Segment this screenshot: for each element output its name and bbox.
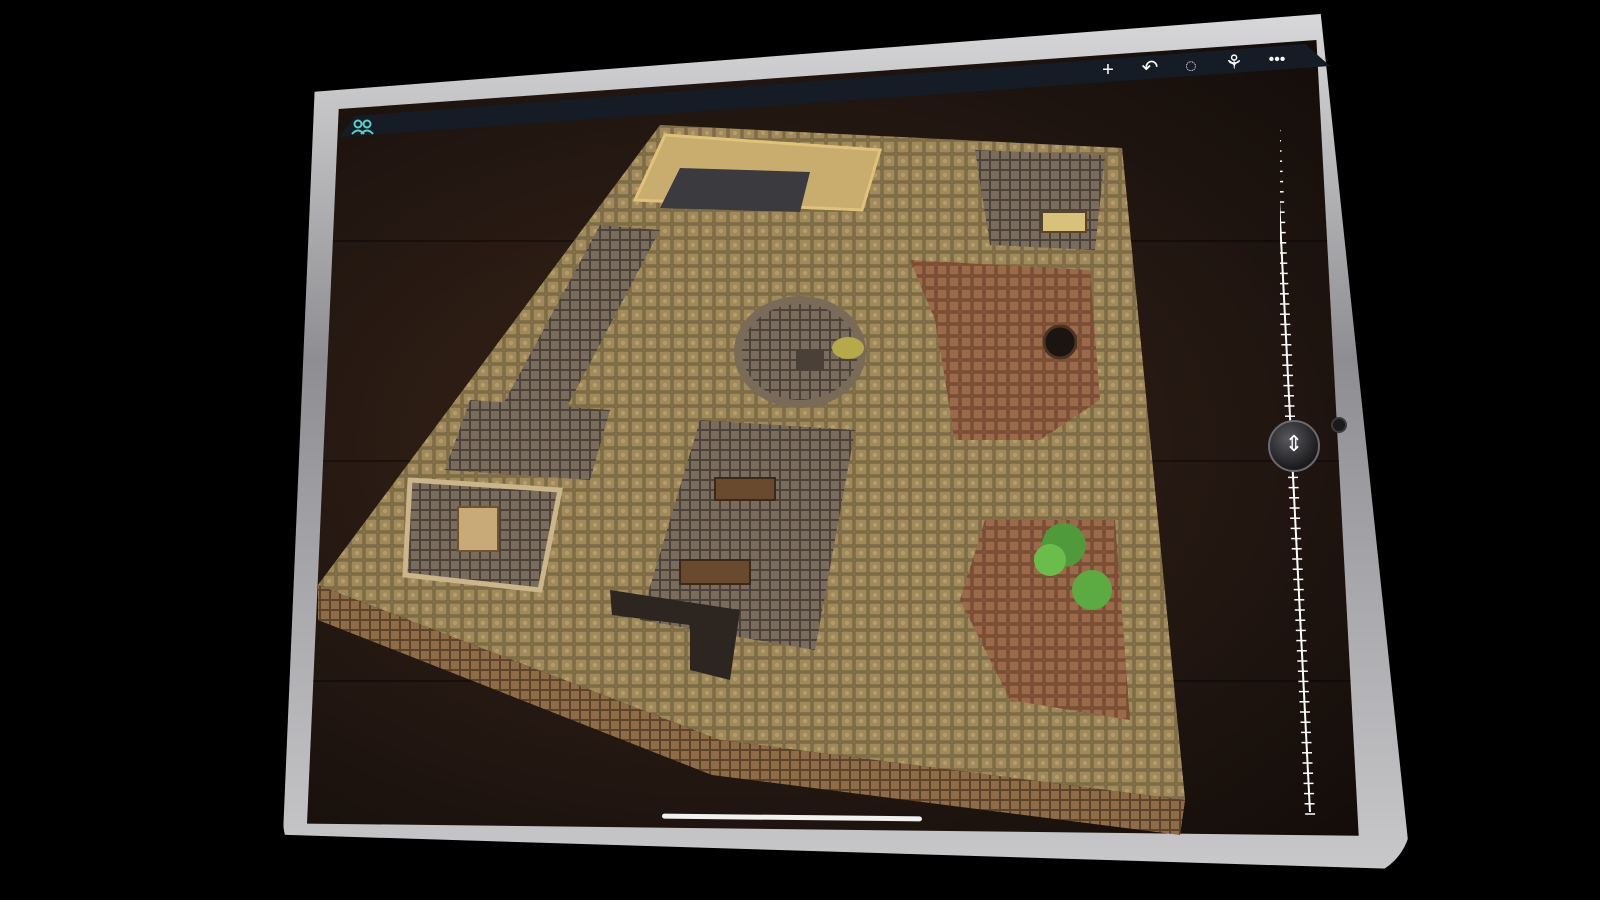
share-icon[interactable]: ⚘ [1221,53,1247,79]
vertical-move-icon: ⇕ [1284,431,1304,456]
table-plank [307,240,1359,242]
users-icon[interactable] [350,118,376,136]
front-camera [1331,417,1347,433]
more-icon[interactable]: ••• [1264,50,1290,76]
lasso-icon[interactable]: ◌ [1178,56,1204,82]
add-icon[interactable]: + [1095,60,1121,86]
table-plank [307,460,1359,462]
undo-icon[interactable]: ↶ [1137,58,1163,84]
height-slider-knob[interactable]: ⇕ [1268,420,1320,472]
table-plank [307,680,1359,682]
app-screen [307,40,1359,836]
